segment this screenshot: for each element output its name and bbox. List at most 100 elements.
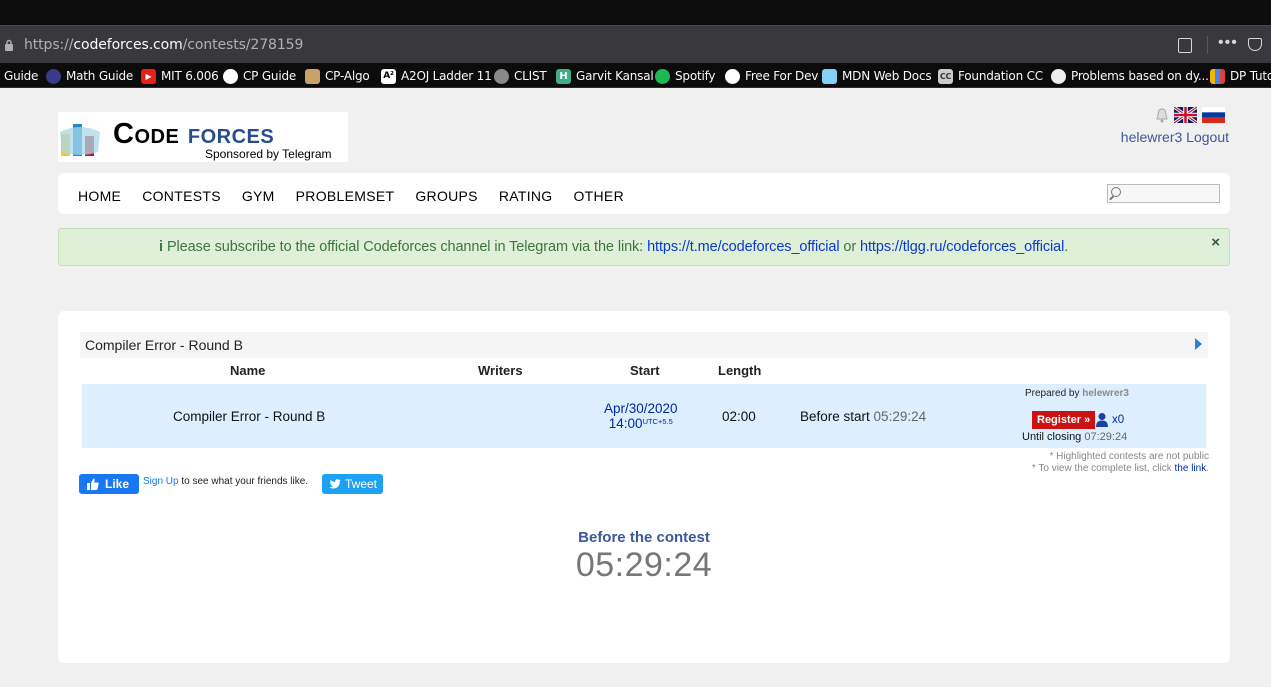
bookmark-spotify[interactable]: Spotify	[655, 68, 716, 84]
globe-icon	[494, 68, 509, 84]
alert-or: or	[843, 239, 857, 255]
facebook-text: Sign Up to see what your friends like.	[143, 475, 313, 488]
alert-message: i Please subscribe to the official Codefo…	[159, 239, 1068, 255]
facebook-like-button[interactable]: Like	[79, 474, 139, 494]
url-text[interactable]: https://codeforces.com/contests/278159	[24, 37, 303, 53]
browser-tab-strip	[0, 0, 1271, 25]
bookmark-dp-tuto[interactable]: DP Tuto	[1210, 68, 1271, 84]
nav-other[interactable]: Other	[573, 188, 624, 204]
bookmark-problems-dp[interactable]: Problems based on dy...	[1051, 68, 1209, 84]
before-contest-label: Before the contest	[578, 529, 710, 546]
reader-view-icon[interactable]	[1178, 38, 1192, 53]
alert-text: Please subscribe to the official Codefor…	[166, 239, 644, 255]
page-actions-menu-icon[interactable]: •••	[1218, 34, 1238, 52]
logo-code-text: Code	[113, 118, 180, 150]
tweet-button[interactable]: Tweet	[322, 474, 383, 494]
bookmark-label: CP Guide	[243, 69, 297, 83]
bell-icon[interactable]	[1155, 107, 1169, 123]
note-complete-list: * To view the complete list, click the l…	[1032, 463, 1209, 475]
logout-link[interactable]: Logout	[1186, 129, 1229, 145]
bookmark-a2oj[interactable]: A² A2OJ Ladder 11	[381, 68, 492, 84]
nav-contests[interactable]: Contests	[142, 188, 221, 204]
bookmark-mdn[interactable]: MDN Web Docs	[822, 68, 932, 84]
bookmarks-toolbar: Guide Math Guide ▶ MIT 6.006 CP Guide CP-…	[0, 63, 1271, 88]
lock-icon	[5, 39, 13, 51]
before-start-countdown: 05:29:24	[873, 409, 927, 424]
bookmark-free-for-dev[interactable]: Free For Dev	[725, 68, 818, 84]
search-input[interactable]	[1107, 184, 1220, 203]
utc-offset: UTC+5.5	[642, 417, 673, 426]
user-icon[interactable]	[1095, 412, 1109, 428]
telegram-alert: i Please subscribe to the official Codefo…	[58, 228, 1230, 266]
codeforces-logo[interactable]: Code forces Sponsored by Telegram	[58, 112, 348, 162]
contest-table-header: Name Writers Start Length	[80, 358, 1208, 383]
bookmark-label: Foundation CC	[958, 69, 1043, 83]
bookmark-label: DP Tuto	[1230, 69, 1271, 83]
youtube-icon: ▶	[141, 68, 156, 84]
prepared-by-user[interactable]: helewrer3	[1082, 388, 1129, 399]
thumbs-up-icon	[87, 478, 99, 490]
bookmark-math-guide[interactable]: Math Guide	[46, 68, 133, 84]
bookmark-label: CP-Algo	[325, 69, 370, 83]
tweet-label: Tweet	[345, 477, 378, 491]
nav-rating[interactable]: Rating	[499, 188, 553, 204]
closing-countdown: 07:29:24	[1084, 431, 1128, 443]
start-date: Apr/30/2020	[604, 401, 678, 416]
facebook-text-body: to see what your friends like.	[181, 476, 309, 487]
telegram-link[interactable]: https://t.me/codeforces_official	[647, 239, 839, 255]
github-icon	[725, 68, 740, 84]
nav-problemset[interactable]: Problemset	[296, 188, 395, 204]
bookmark-label: Free For Dev	[745, 69, 819, 83]
table-notes: * Highlighted contests are not public * …	[1032, 451, 1209, 475]
a2oj-icon: A²	[381, 68, 396, 84]
bookmark-cp-guide[interactable]: CP Guide	[223, 68, 296, 84]
twitter-bird-icon	[329, 479, 341, 489]
nav-groups[interactable]: Groups	[415, 188, 477, 204]
spotify-icon	[655, 68, 670, 84]
bookmark-label: CLIST	[514, 69, 547, 83]
bookmark-clist[interactable]: CLIST	[494, 68, 547, 84]
browser-url-bar[interactable]: https://codeforces.com/contests/278159 •…	[0, 25, 1271, 63]
bookmark-label: A2OJ Ladder 11	[401, 69, 492, 83]
russia-flag-icon[interactable]	[1202, 107, 1225, 123]
header-writers: Writers	[478, 363, 523, 378]
username-link[interactable]: helewrer3	[1121, 129, 1182, 145]
bookmark-mit[interactable]: ▶ MIT 6.006	[141, 68, 219, 84]
complete-list-link[interactable]: the link	[1175, 463, 1207, 474]
bookmark-cp-algo[interactable]: CP-Algo	[305, 68, 370, 84]
bookmark-garvit-kansal[interactable]: H Garvit Kansal	[556, 68, 654, 84]
url-host: codeforces.com	[73, 37, 183, 53]
bars-icon	[1210, 68, 1225, 84]
cp-algo-icon	[305, 68, 320, 84]
closing-label: Until closing	[1022, 431, 1082, 443]
pocket-icon[interactable]	[1248, 38, 1262, 51]
tlgg-link[interactable]: https://tlgg.ru/codeforces_official	[860, 239, 1064, 255]
participant-count[interactable]: x0	[1112, 414, 1124, 426]
contest-caption: Compiler Error - Round B	[80, 332, 1208, 358]
user-links: helewrer3 Logout	[1121, 129, 1229, 145]
before-start-label: Before start	[800, 409, 870, 424]
close-icon[interactable]: ×	[1211, 234, 1220, 251]
bookmark-label: Problems based on dy...	[1071, 69, 1209, 83]
before-start: Before start 05:29:24	[800, 409, 926, 424]
codeforces-mark-icon	[60, 124, 100, 156]
bookmark-label: Spotify	[675, 69, 716, 83]
bookmark-label: Garvit Kansal	[576, 69, 654, 83]
sign-up-link[interactable]: Sign Up	[143, 476, 179, 487]
nav-home[interactable]: Home	[78, 188, 121, 204]
register-button[interactable]: Register »	[1032, 411, 1096, 429]
url-path: /contests/278159	[182, 37, 304, 53]
sponsor-text: Sponsored by Telegram	[205, 147, 332, 161]
nav-gym[interactable]: Gym	[242, 188, 275, 204]
bookmark-guide[interactable]: Guide	[4, 68, 38, 84]
search-icon-handle	[1109, 195, 1114, 201]
uk-flag-icon[interactable]	[1174, 107, 1197, 123]
cc-icon: CC	[938, 68, 953, 84]
bookmark-foundation-cc[interactable]: CC Foundation CC	[938, 68, 1043, 84]
info-icon: i	[159, 239, 163, 255]
chef-icon	[1051, 68, 1066, 84]
like-label: Like	[105, 477, 130, 491]
arrow-right-icon[interactable]	[1195, 338, 1202, 350]
contest-box: Compiler Error - Round B Name Writers St…	[58, 311, 1230, 663]
contest-start[interactable]: Apr/30/2020 14:00UTC+5.5	[604, 401, 678, 431]
